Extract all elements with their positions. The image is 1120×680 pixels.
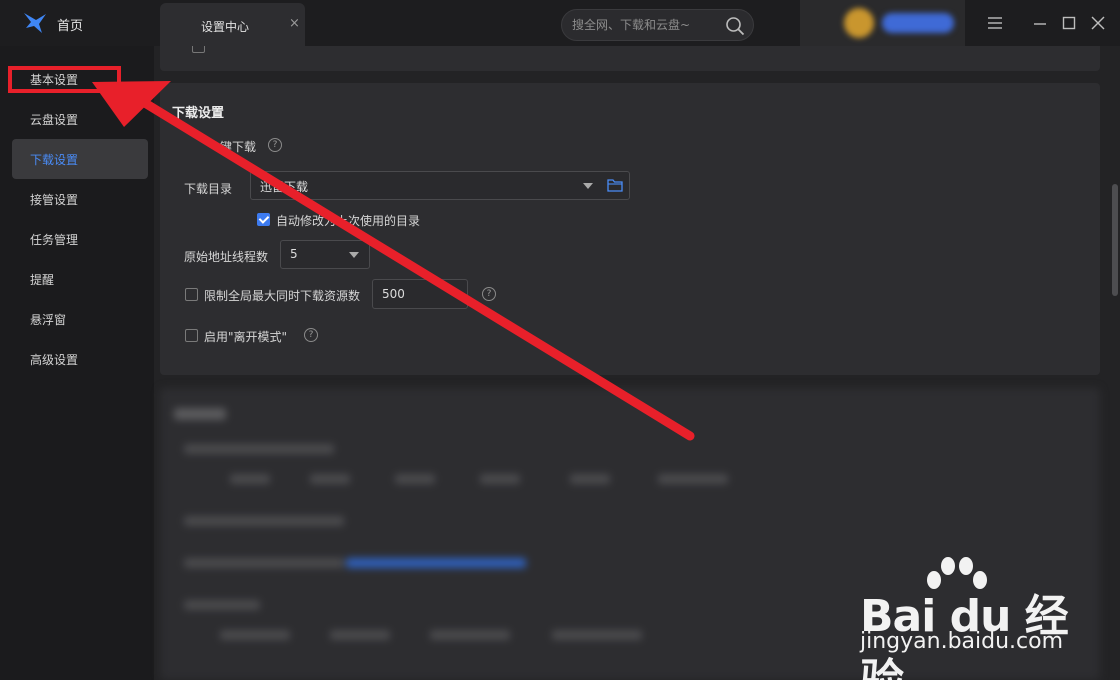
xunlei-bird-logo-icon[interactable] [22,11,48,35]
content-scrollbar[interactable] [1112,184,1118,296]
user-profile[interactable] [800,0,965,46]
search-input[interactable] [572,16,722,34]
tab-settings-center[interactable]: 设置中心 × [160,3,305,46]
sidebar-item-advanced-settings[interactable]: 高级设置 [12,339,148,379]
baidu-jingyan-watermark: Bai du 经验 jingyan.baidu.com [858,556,1069,680]
sidebar-item-reminders[interactable]: 提醒 [12,259,148,299]
limit-downloads-label: 限制全局最大同时下载资源数 [204,289,361,303]
chevron-down-icon[interactable] [349,252,359,258]
help-icon[interactable]: ? [268,138,282,152]
auto-modify-dir-checkbox[interactable] [257,213,270,226]
limit-downloads-input[interactable]: 500 [372,279,468,309]
away-mode-checkbox[interactable] [185,329,198,342]
blurred-option [330,630,390,640]
cut-off-checkbox[interactable] [192,46,205,53]
sidebar-item-label: 任务管理 [30,233,79,247]
sidebar-item-label: 云盘设置 [30,113,79,127]
menu-icon[interactable] [987,15,1003,31]
search-box[interactable] [561,9,754,41]
threads-label: 原始地址线程数 [184,250,269,264]
blurred-option [230,474,270,484]
limit-downloads-checkbox[interactable] [185,288,198,301]
download-dir-label: 下载目录 [184,182,233,196]
blurred-option [430,630,510,640]
blurred-title [174,408,226,420]
sidebar-item-task-management[interactable]: 任务管理 [12,219,148,259]
download-dir-value: 迅雷下载 [260,180,309,194]
username-badge[interactable] [882,13,954,33]
blurred-option [480,474,520,484]
search-icon[interactable] [724,15,746,37]
sidebar-item-label: 下载设置 [30,153,79,167]
avatar[interactable] [844,8,874,38]
away-mode-label: 启用"离开模式" [204,330,288,344]
blurred-text [184,600,260,610]
threads-value: 5 [290,247,298,261]
watermark-url: jingyan.baidu.com [860,629,1064,654]
one-click-download-label: 键下载 [220,140,257,154]
maximize-icon[interactable] [1061,15,1077,31]
blurred-option [310,474,350,484]
blurred-link [346,558,526,568]
sidebar-item-label: 悬浮窗 [30,313,67,327]
blurred-text [184,558,344,568]
help-icon[interactable]: ? [482,287,496,301]
sidebar-item-takeover-settings[interactable]: 接管设置 [12,179,148,219]
close-icon[interactable] [1090,15,1106,31]
blurred-text [184,516,344,526]
blurred-option [570,474,610,484]
download-dir-select[interactable]: 迅雷下载 [250,171,630,200]
sidebar-item-label: 提醒 [30,273,55,287]
sidebar-item-download-settings[interactable]: 下载设置 [12,139,148,179]
settings-sidebar: 基本设置 云盘设置 下载设置 接管设置 任务管理 提醒 悬浮窗 高级设置 [0,46,154,680]
previous-section-card [160,46,1100,71]
blurred-option [658,474,728,484]
download-settings-card: 下载设置 键下载 ? 下载目录 迅雷下载 自动修改为上次使用的目录 原始地址线程… [160,83,1100,375]
sidebar-item-label: 高级设置 [30,353,79,367]
minimize-icon[interactable] [1032,15,1048,31]
tab-label: 设置中心 [201,20,250,34]
threads-select[interactable]: 5 [280,240,370,269]
tab-close-icon[interactable]: × [289,16,300,31]
auto-modify-dir-label: 自动修改为上次使用的目录 [276,214,421,228]
blurred-option [395,474,435,484]
chevron-down-icon[interactable] [583,183,593,189]
cut-off-text [212,46,224,56]
blurred-option [220,630,290,640]
blurred-option [552,630,642,640]
section-title: 下载设置 [172,106,225,121]
help-icon[interactable]: ? [304,328,318,342]
blurred-text [184,444,334,454]
sidebar-item-cloud-settings[interactable]: 云盘设置 [12,99,148,139]
limit-downloads-value: 500 [382,287,405,301]
annotation-highlight-box [8,66,121,93]
home-link[interactable]: 首页 [57,15,83,34]
folder-icon[interactable] [607,178,623,192]
sidebar-item-floating-window[interactable]: 悬浮窗 [12,299,148,339]
sidebar-item-label: 接管设置 [30,193,79,207]
title-bar: 首页 设置中心 × [0,0,1120,46]
